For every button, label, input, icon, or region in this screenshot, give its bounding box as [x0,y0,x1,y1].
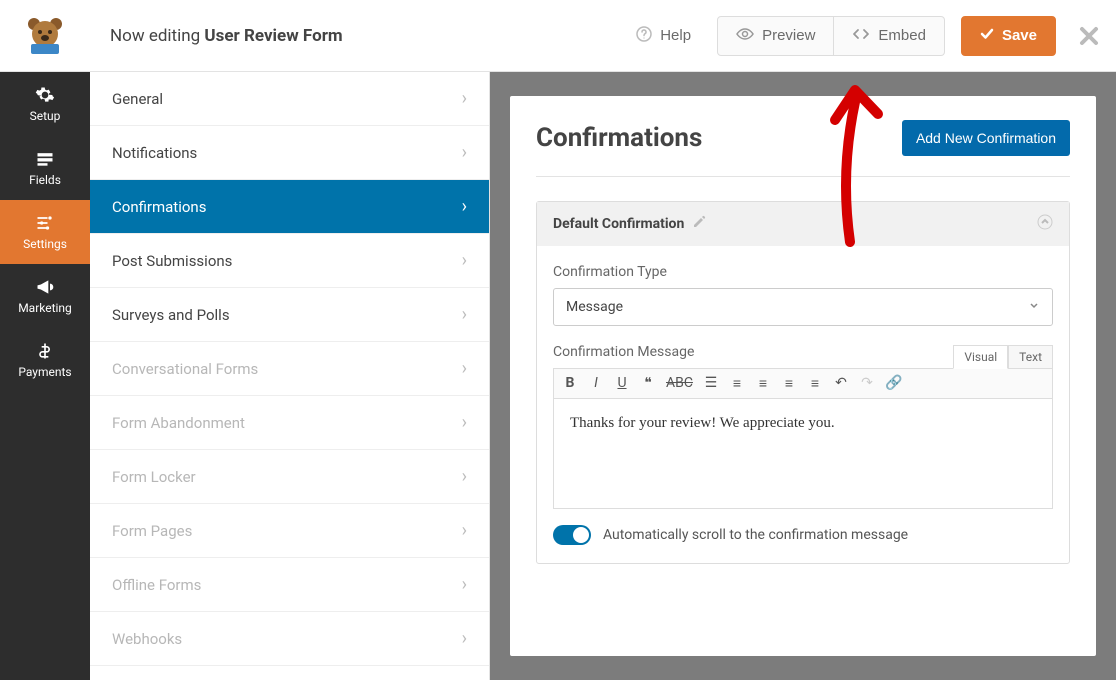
sidebar-item-offline-forms: Offline Forms› [90,558,489,612]
chevron-up-icon[interactable] [1037,214,1053,234]
preview-button[interactable]: Preview [717,16,834,56]
help-button[interactable]: Help [618,16,709,56]
msg-label: Confirmation Message [553,344,694,360]
sidebar-item-form-locker: Form Locker› [90,450,489,504]
quote-icon[interactable]: ❝ [640,375,656,392]
align-center-icon[interactable]: ≡ [781,375,797,392]
auto-scroll-label: Automatically scroll to the confirmation… [603,527,908,543]
sidebar-item-surveys-and-polls[interactable]: Surveys and Polls› [90,288,489,342]
chevron-right-icon: › [462,574,467,595]
chevron-right-icon: › [462,520,467,541]
align-left-icon[interactable]: ≡ [755,375,771,392]
save-button[interactable]: Save [961,16,1056,56]
nav-rail: Setup Fields Settings Marketing Payments [0,72,90,680]
rail-settings[interactable]: Settings [0,200,90,264]
canvas-area: Confirmations Add New Confirmation Defau… [490,72,1116,680]
top-bar: Now editing User Review Form Help Previe… [0,0,1116,72]
chevron-right-icon: › [462,88,467,109]
link-icon[interactable]: 🔗 [885,375,902,392]
redo-icon[interactable]: ↷ [859,375,875,392]
bold-icon[interactable]: B [562,375,578,392]
chevron-right-icon: › [462,196,467,217]
ul-icon[interactable]: ☰ [703,375,719,392]
chevron-right-icon: › [462,412,467,433]
panel-title: Confirmations [536,123,702,153]
auto-scroll-toggle[interactable] [553,525,591,545]
rail-payments[interactable]: Payments [0,328,90,392]
app-logo [0,0,90,72]
sidebar-item-post-submissions[interactable]: Post Submissions› [90,234,489,288]
rail-fields[interactable]: Fields [0,136,90,200]
confirmation-type-select[interactable]: Message [553,288,1053,326]
chevron-right-icon: › [462,142,467,163]
help-icon [636,26,652,46]
rail-marketing[interactable]: Marketing [0,264,90,328]
embed-button[interactable]: Embed [834,16,945,56]
sidebar-item-form-pages: Form Pages› [90,504,489,558]
italic-icon[interactable]: I [588,375,604,392]
rail-setup[interactable]: Setup [0,72,90,136]
sidebar-item-confirmations[interactable]: Confirmations› [90,180,489,234]
sidebar-item-general[interactable]: General› [90,72,489,126]
code-icon [852,27,870,45]
type-label: Confirmation Type [553,264,1053,280]
confirmation-card: Default Confirmation Confirmation Type [536,201,1070,564]
chevron-right-icon: › [462,466,467,487]
undo-icon[interactable]: ↶ [833,375,849,392]
editor-toolbar: B I U ❝ ABC ☰ ≡ ≡ ≡ ≡ ↶ ↷ 🔗 [553,368,1053,399]
chevron-right-icon: › [462,628,467,649]
chevron-right-icon: › [462,250,467,271]
eye-icon [736,27,754,45]
align-right-icon[interactable]: ≡ [807,375,823,392]
underline-icon[interactable]: U [614,375,630,392]
tab-text[interactable]: Text [1008,345,1053,369]
strike-icon[interactable]: ABC [666,375,693,392]
editing-label: Now editing User Review Form [110,26,343,46]
tab-visual[interactable]: Visual [953,345,1008,369]
sidebar-item-conversational-forms: Conversational Forms› [90,342,489,396]
card-header[interactable]: Default Confirmation [537,202,1069,246]
settings-sidebar: General›Notifications›Confirmations›Post… [90,72,490,680]
chevron-right-icon: › [462,304,467,325]
sidebar-item-form-abandonment: Form Abandonment› [90,396,489,450]
sidebar-item-notifications[interactable]: Notifications› [90,126,489,180]
ol-icon[interactable]: ≡ [729,375,745,392]
confirmation-message-editor[interactable]: Thanks for your review! We appreciate yo… [553,399,1053,509]
sidebar-item-webhooks: Webhooks› [90,612,489,666]
chevron-right-icon: › [462,358,467,379]
check-icon [980,27,994,45]
chevron-down-icon [1028,299,1040,315]
pencil-icon[interactable] [692,215,706,233]
add-confirmation-button[interactable]: Add New Confirmation [902,120,1070,156]
close-icon[interactable] [1078,25,1100,47]
confirmations-panel: Confirmations Add New Confirmation Defau… [510,96,1096,656]
